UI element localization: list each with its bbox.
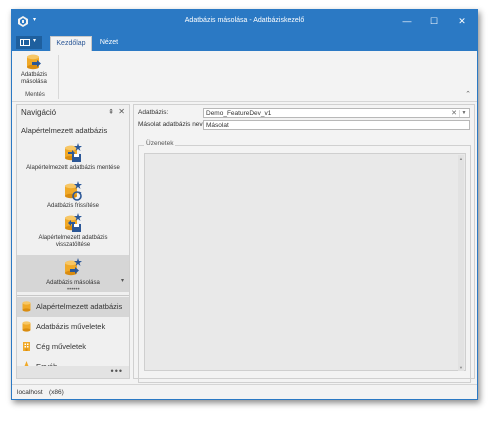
copy-database-label-1: Adatbázis — [20, 72, 48, 78]
messages-label: Üzenetek — [144, 140, 176, 147]
copy-database-ribbon-button[interactable]: Adatbázis másolása — [16, 54, 52, 90]
database-copy-icon — [27, 54, 41, 70]
nav-item-save-default-db[interactable]: Alapértelmezett adatbázis mentése — [17, 143, 129, 179]
company-icon — [23, 342, 30, 351]
nav-item-label-line2: visszatöltése — [55, 242, 91, 248]
close-button[interactable]: ✕ — [452, 14, 472, 28]
database-save-icon — [65, 143, 82, 162]
nav-group-default-db[interactable]: Alapértelmezett adatbázis — [17, 297, 129, 317]
copy-database-form: Adatbázis: Demo_FeatureDev_v1 ✕ ▼ Másola… — [133, 104, 475, 383]
tab-nezet[interactable]: Nézet — [94, 36, 124, 51]
database-select-value: Demo_FeatureDev_v1 — [206, 110, 272, 117]
nav-item-refresh-db[interactable]: Adatbázis frissítése — [17, 181, 129, 211]
database-icon — [22, 301, 31, 312]
chevron-down-icon[interactable]: ▾ — [121, 277, 124, 284]
database-copy-icon — [65, 258, 82, 276]
minimize-button[interactable]: — — [397, 14, 417, 28]
nav-group-title: Alapértelmezett adatbázis — [21, 126, 108, 135]
nav-item-label: Adatbázis másolása — [46, 280, 100, 286]
status-server: localhost — [17, 389, 43, 396]
nav-group-company-operations[interactable]: Cég műveletek — [17, 337, 129, 357]
ribbon-tab-bar: ▾ Kezdőlap Nézet — [12, 33, 477, 51]
copy-name-label: Másolat adatbázis neve: — [138, 121, 209, 128]
title-bar: ▾ Adatbázis másolása - Adatbáziskezelő —… — [12, 10, 477, 33]
nav-item-label: Alapértelmezett adatbázis mentése — [26, 165, 120, 171]
copy-database-label-2: másolása — [21, 79, 47, 85]
database-icon — [22, 321, 31, 332]
more-options-icon[interactable]: ••• — [111, 366, 123, 376]
nav-divider — [17, 295, 129, 296]
collapse-ribbon-icon[interactable]: ⌃ — [465, 90, 471, 98]
pin-icon[interactable]: ⇞ — [108, 108, 114, 116]
file-menu-button[interactable]: ▾ — [16, 36, 42, 49]
nav-group-db-operations[interactable]: Adatbázis műveletek — [17, 317, 129, 337]
copy-name-input[interactable] — [203, 120, 470, 130]
chevron-down-icon: ▾ — [33, 38, 37, 44]
messages-box[interactable]: ▲ ▼ — [144, 153, 466, 371]
nav-group-label: Cég műveletek — [36, 342, 87, 351]
database-label: Adatbázis: — [138, 109, 169, 116]
navigation-title: Navigáció — [21, 108, 57, 117]
app-window: ▾ Adatbázis másolása - Adatbáziskezelő —… — [11, 9, 478, 400]
maximize-button[interactable]: ☐ — [424, 14, 444, 28]
nav-group-label: Alapértelmezett adatbázis — [36, 302, 123, 311]
navigation-header: Navigáció ⇞ ✕ — [17, 105, 129, 121]
navigation-pane: Navigáció ⇞ ✕ Alapértelmezett adatbázis … — [16, 104, 130, 379]
scroll-down-icon[interactable]: ▼ — [458, 365, 464, 370]
ribbon-group-label: Mentés — [25, 92, 45, 98]
ribbon-panel: Adatbázis másolása Mentés ⌃ — [12, 51, 477, 102]
status-bar: localhost (x86) — [12, 384, 477, 399]
navigation-close-icon[interactable]: ✕ — [118, 107, 125, 116]
navigation-footer: ••• — [17, 366, 129, 378]
messages-scrollbar[interactable]: ▲ ▼ — [458, 155, 464, 371]
file-menu-icon — [20, 39, 30, 46]
chevron-down-icon[interactable]: ▼ — [459, 110, 468, 117]
messages-group: Üzenetek ▲ ▼ — [138, 140, 471, 383]
nav-group-label: Adatbázis műveletek — [36, 322, 106, 331]
database-select[interactable]: Demo_FeatureDev_v1 ✕ ▼ — [203, 108, 470, 118]
scroll-up-icon[interactable]: ▲ — [458, 156, 464, 161]
nav-item-restore-default-db[interactable]: Alapértelmezett adatbázis visszatöltése — [17, 213, 129, 253]
tab-kezdolap[interactable]: Kezdőlap — [50, 36, 92, 51]
database-refresh-icon — [65, 181, 82, 201]
status-arch: (x86) — [49, 389, 64, 396]
clear-icon[interactable]: ✕ — [451, 109, 457, 117]
database-restore-icon — [65, 213, 82, 232]
nav-item-label-line1: Alapértelmezett adatbázis — [38, 235, 108, 241]
ribbon-group-separator — [58, 55, 59, 99]
resize-grip-dots[interactable]: •••••• — [67, 287, 80, 293]
nav-item-label: Adatbázis frissítése — [46, 203, 100, 209]
